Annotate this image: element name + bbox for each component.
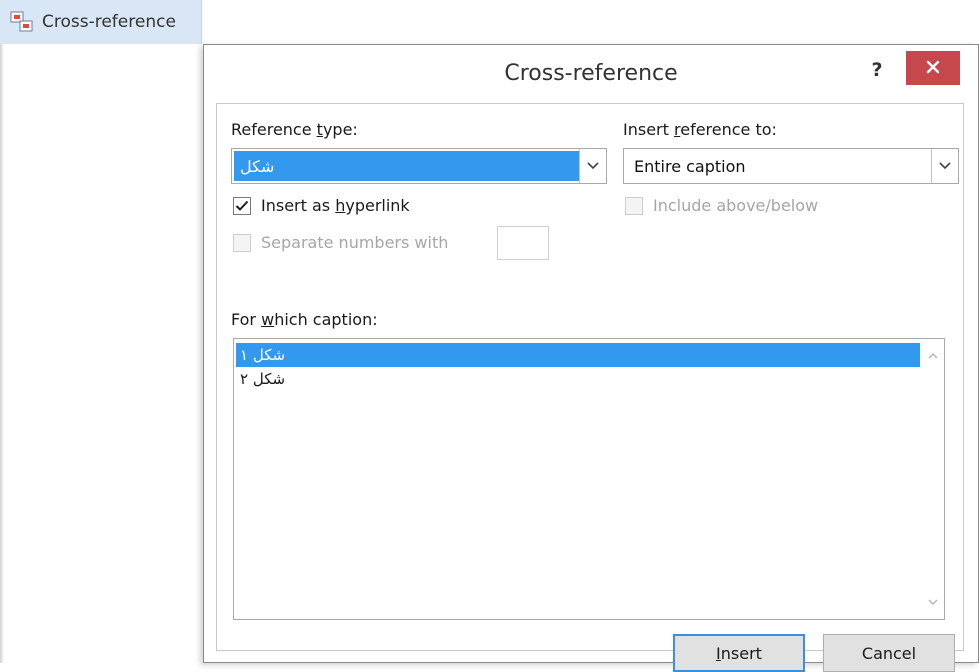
cross-reference-dialog: Cross-reference ? Reference type: شكل In… — [203, 44, 979, 672]
scroll-up-icon[interactable] — [922, 345, 944, 367]
caption-listbox[interactable]: شکل ۱ شکل ۲ — [233, 338, 945, 620]
insert-button[interactable]: Insert — [673, 634, 805, 672]
reference-type-value: شكل — [234, 151, 584, 181]
separate-numbers-label: Separate numbers with — [261, 233, 449, 252]
close-icon — [926, 59, 940, 78]
separate-numbers-checkbox[interactable] — [233, 234, 251, 252]
dialog-content: Reference type: شكل Insert reference to:… — [216, 103, 964, 672]
cancel-button[interactable]: Cancel — [823, 634, 955, 672]
insert-reference-to-dropdown[interactable]: Entire caption — [623, 148, 959, 184]
close-button[interactable] — [906, 51, 960, 85]
listbox-scrollbar[interactable] — [922, 339, 944, 619]
dialog-title-bar[interactable]: Cross-reference ? — [204, 45, 978, 103]
chevron-down-icon[interactable] — [579, 149, 606, 183]
ribbon-button-label: Cross-reference — [42, 12, 176, 32]
insert-as-hyperlink-label[interactable]: Insert as hyperlink — [261, 196, 410, 215]
list-item[interactable]: شکل ۲ — [236, 367, 920, 391]
help-button[interactable]: ? — [862, 55, 892, 85]
insert-as-hyperlink-checkbox[interactable] — [233, 197, 251, 215]
include-above-below-checkbox[interactable] — [625, 197, 643, 215]
checkmark-icon — [235, 197, 249, 216]
cross-reference-ribbon-button[interactable]: Cross-reference — [0, 0, 202, 44]
insert-reference-to-label: Insert reference to: — [623, 120, 777, 139]
reference-type-label: Reference type: — [231, 120, 358, 139]
reference-type-dropdown[interactable]: شكل — [231, 148, 607, 184]
include-above-below-label: Include above/below — [653, 196, 819, 215]
scroll-down-icon[interactable] — [922, 591, 944, 613]
list-item[interactable]: شکل ۱ — [236, 343, 920, 367]
separate-numbers-input[interactable] — [497, 226, 549, 260]
insert-reference-to-value: Entire caption — [634, 156, 746, 176]
document-edge — [0, 44, 4, 663]
chevron-down-icon[interactable] — [931, 149, 958, 183]
cross-reference-icon — [10, 11, 34, 33]
for-which-caption-label: For which caption: — [231, 310, 378, 329]
